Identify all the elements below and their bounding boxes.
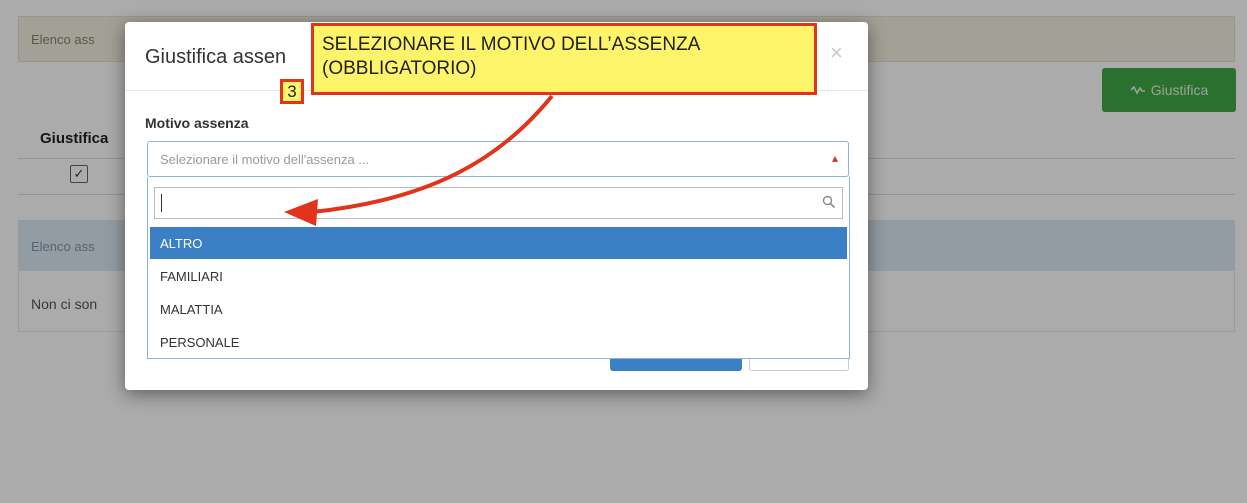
annotation-arrow [284, 94, 554, 226]
